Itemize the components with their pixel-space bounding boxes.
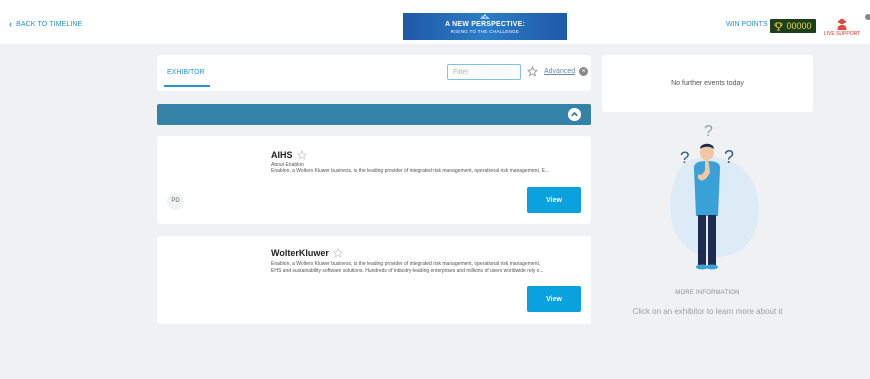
filter-input[interactable] (447, 64, 521, 80)
exhibitor-hint-text: Click on an exhibitor to learn more abou… (632, 307, 783, 316)
favorite-star-icon[interactable] (296, 150, 307, 160)
tab-exhibitor[interactable]: EXHIBITOR (167, 69, 205, 76)
category-bar[interactable] (157, 104, 591, 125)
close-circle-icon[interactable]: × (579, 67, 588, 76)
exhibitor-description-line2: EHS and sustainability software solution… (271, 268, 544, 274)
points-counter[interactable]: 00000 (770, 19, 816, 33)
points-value: 00000 (786, 21, 812, 31)
exhibitor-card[interactable]: AIHS About Enablon Enablon, a Wolters Kl… (157, 136, 591, 224)
exhibitor-tabs-panel: EXHIBITOR Advanced × (157, 55, 591, 91)
favorite-star-icon[interactable] (332, 248, 343, 258)
more-information-heading: MORE INFORMATION (675, 290, 740, 296)
exhibitor-name-row: WolterKluwer (271, 248, 343, 258)
exhibitor-avatar: PD (167, 193, 184, 210)
trophy-icon (775, 21, 783, 31)
exhibitor-description: Enablon, a Wolters Kluwer business, is t… (271, 168, 550, 174)
view-button[interactable]: View (527, 286, 581, 312)
support-avatar-icon (837, 18, 847, 30)
svg-text:?: ? (724, 147, 734, 167)
win-points-label[interactable]: WIN POINTS (726, 21, 768, 28)
notification-dot[interactable] (865, 14, 870, 20)
back-to-timeline-link[interactable]: ‹ BACK TO TIMELINE (9, 19, 82, 29)
chevron-up-icon[interactable] (568, 108, 581, 121)
back-label: BACK TO TIMELINE (16, 20, 83, 28)
live-support-button[interactable]: LIVE SUPPORT (822, 18, 862, 37)
svg-text:?: ? (680, 148, 689, 167)
events-status-text: No further events today (671, 80, 744, 87)
star-outline-icon[interactable] (527, 66, 538, 77)
banner-logo-icon (480, 14, 490, 19)
exhibitor-description-line1: Enablon, a Wolters Kluwer business, is t… (271, 261, 541, 267)
support-label: LIVE SUPPORT (823, 31, 861, 37)
thinking-person-illustration-icon: ? ? ? (670, 123, 759, 270)
events-panel: No further events today (602, 55, 813, 112)
banner-title: A NEW PERSPECTIVE: (445, 21, 525, 28)
banner-subtitle: RISING TO THE CHALLENGE (450, 29, 520, 34)
exhibitor-name-row: AIHS (271, 150, 307, 160)
chevron-left-icon: ‹ (9, 19, 13, 29)
exhibitor-name: WolterKluwer (271, 248, 329, 258)
svg-text:?: ? (704, 123, 713, 140)
view-button[interactable]: View (527, 187, 581, 213)
exhibitor-card[interactable]: WolterKluwer Enablon, a Wolters Kluwer b… (157, 236, 591, 324)
exhibitor-name: AIHS (271, 150, 293, 160)
active-tab-underline (164, 85, 210, 87)
advanced-filter-link[interactable]: Advanced (544, 68, 575, 75)
event-banner: A NEW PERSPECTIVE: RISING TO THE CHALLEN… (403, 13, 567, 40)
top-bar: ‹ BACK TO TIMELINE A NEW PERSPECTIVE: RI… (0, 0, 870, 44)
